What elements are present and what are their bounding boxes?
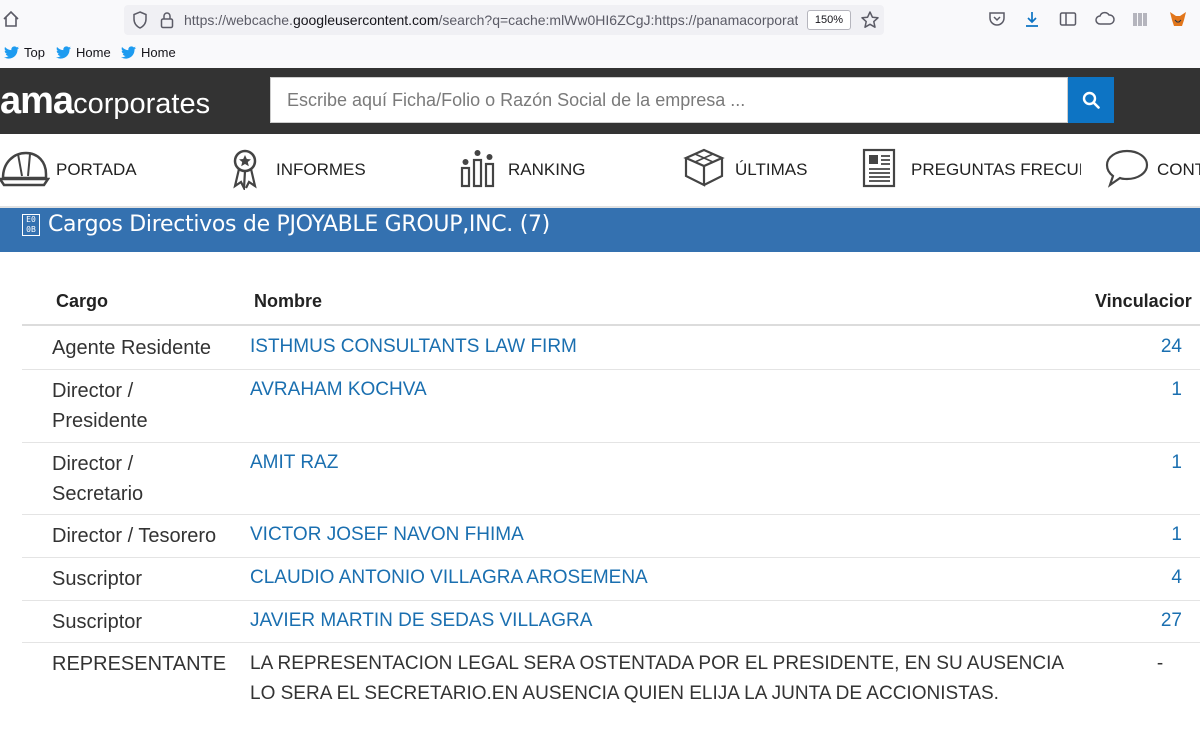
column-header-vinculaciones[interactable]: Vinculacior (1095, 291, 1192, 312)
cargo-cell: Director / Presidente (52, 380, 148, 432)
nombre-link[interactable]: VICTOR JOSEF NAVON FHIMA (250, 520, 524, 550)
twitter-bird-icon (121, 46, 136, 59)
nombre-link[interactable]: AVRAHAM KOCHVA (250, 375, 427, 405)
table-row: Suscriptor JAVIER MARTIN DE SEDAS VILLAG… (22, 601, 1200, 643)
table-row: Director / Secretario AMIT RAZ 1 (22, 443, 1200, 515)
nombre-text: LA REPRESENTACION LEGAL SERA OSTENTADA P… (250, 653, 1064, 704)
search-icon (1082, 91, 1100, 109)
nav-ultimas[interactable]: ÚLTIMAS (682, 148, 807, 192)
bookmark-label: Home (141, 45, 176, 60)
table-row: Suscriptor CLAUDIO ANTONIO VILLAGRA AROS… (22, 558, 1200, 601)
missing-glyph-icon: E0 0B (22, 214, 40, 236)
site-logo[interactable]: amacorporates (0, 80, 210, 123)
section-banner: E0 0B Cargos Directivos de PJOYABLE GROU… (0, 208, 1200, 252)
vinculaciones-link[interactable]: 1 (1142, 375, 1182, 405)
bookmark-home[interactable]: Home (56, 45, 111, 60)
logo-light-text: corporates (73, 88, 211, 120)
table-row: Director / Tesorero VICTOR JOSEF NAVON F… (22, 515, 1200, 558)
bookmark-star-icon[interactable] (860, 10, 880, 30)
bookmark-label: Top (24, 45, 45, 60)
pocket-icon[interactable] (988, 10, 1006, 28)
url-text[interactable]: https://webcache.googleusercontent.com/s… (184, 12, 798, 28)
zoom-level-badge[interactable]: 150% (807, 10, 851, 30)
nombre-link[interactable]: ISTHMUS CONSULTANTS LAW FIRM (250, 332, 577, 362)
lock-icon[interactable] (160, 11, 174, 29)
vinculaciones-link[interactable]: 24 (1142, 332, 1182, 362)
column-header-cargo[interactable]: Cargo (56, 291, 108, 312)
cargo-cell: Suscriptor (52, 568, 143, 590)
vinculaciones-link[interactable]: 1 (1142, 520, 1182, 550)
boxes-icon (683, 148, 725, 187)
nav-label: INFORMES (276, 160, 366, 179)
shield-icon[interactable] (132, 11, 148, 29)
bookmark-home-2[interactable]: Home (121, 45, 176, 60)
nombre-link[interactable]: JAVIER MARTIN DE SEDAS VILLAGRA (250, 606, 592, 636)
vinculaciones-cell: - (1156, 653, 1164, 674)
twitter-bird-icon (4, 46, 19, 59)
vinculaciones-link[interactable]: 4 (1142, 563, 1182, 593)
table-header: Cargo Nombre Vinculacior (22, 280, 1200, 326)
speech-bubble-icon (1105, 149, 1149, 188)
nav-label: RANKING (508, 160, 586, 179)
ranking-bars-icon (460, 150, 495, 188)
site-header: amacorporates (0, 68, 1200, 134)
vinculaciones-link[interactable]: 1 (1142, 448, 1182, 478)
search-input[interactable] (270, 77, 1068, 123)
nav-preguntas-frecuentes[interactable]: PREGUNTAS FRECUE (862, 148, 1081, 192)
url-domain: googleusercontent.com (292, 12, 439, 28)
download-icon[interactable] (1023, 10, 1041, 28)
search-button[interactable] (1068, 77, 1114, 123)
cargo-cell: REPRESENTANTE (52, 653, 227, 675)
twitter-bird-icon (56, 46, 71, 59)
browser-toolbar: https://webcache.googleusercontent.com/s… (0, 0, 1200, 40)
vinculaciones-link[interactable]: 27 (1142, 606, 1182, 636)
library-icon[interactable] (1131, 10, 1149, 28)
cargo-cell: Suscriptor (52, 611, 143, 633)
nav-label: CONT (1157, 160, 1200, 179)
cargo-cell: Director / Tesorero (52, 525, 217, 547)
logo-bold-text: ama (0, 80, 74, 122)
main-nav: PORTADA INFORMES RANKING ÚLTIMAS PREGUNT… (0, 134, 1200, 208)
bookmark-top[interactable]: Top (4, 45, 45, 60)
bookmark-label: Home (76, 45, 111, 60)
nav-label: PORTADA (56, 160, 137, 179)
table-row: Director / Presidente AVRAHAM KOCHVA 1 (22, 370, 1200, 443)
cargo-cell: Director / Secretario (52, 453, 144, 505)
section-title: Cargos Directivos de PJOYABLE GROUP,INC.… (48, 212, 550, 237)
helmet-icon (0, 151, 50, 187)
bookmarks-bar: Top Home Home (0, 40, 1200, 68)
nombre-link[interactable]: AMIT RAZ (250, 448, 338, 478)
sidebar-icon[interactable] (1059, 10, 1077, 28)
nav-label: ÚLTIMAS (735, 160, 808, 179)
url-bar[interactable]: https://webcache.googleusercontent.com/s… (124, 5, 884, 35)
nav-contacto[interactable]: CONT (1104, 148, 1200, 192)
column-header-nombre[interactable]: Nombre (254, 291, 322, 312)
nav-ranking[interactable]: RANKING (460, 148, 585, 192)
cloud-sync-icon[interactable] (1095, 10, 1115, 28)
cargo-cell: Agente Residente (52, 337, 212, 359)
document-icon (862, 148, 896, 188)
nav-label: PREGUNTAS FRECUE (911, 160, 1081, 179)
table-row: Agente Residente ISTHMUS CONSULTANTS LAW… (22, 327, 1200, 370)
nav-informes[interactable]: INFORMES (230, 148, 366, 192)
table-row: REPRESENTANTE LA REPRESENTACION LEGAL SE… (22, 643, 1200, 733)
nombre-link[interactable]: CLAUDIO ANTONIO VILLAGRA AROSEMENA (250, 563, 648, 593)
url-prefix: https://webcache. (184, 12, 293, 28)
home-icon[interactable] (2, 10, 20, 28)
metamask-fox-icon[interactable] (1168, 10, 1188, 28)
nav-portada[interactable]: PORTADA (0, 148, 137, 192)
award-icon (233, 149, 257, 190)
url-path: /search?q=cache:mlWw0HI6ZCgJ:https://pan… (438, 12, 799, 28)
